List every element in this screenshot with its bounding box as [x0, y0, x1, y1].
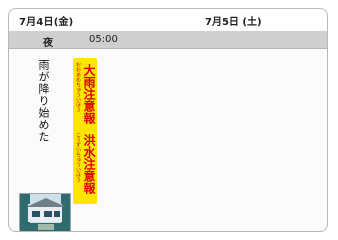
rain-start-text: 雨が降り始めた — [37, 59, 50, 143]
heavy-rain-warning: 大雨注意報 — [82, 64, 96, 124]
scene-thumbnail-icon-svg — [20, 194, 70, 231]
time-label: 05:00 — [89, 34, 118, 45]
date-header: 7月4日(金) 7月5日 (土) — [9, 9, 327, 32]
date-jul5: 7月5日 (土) — [205, 17, 262, 28]
period-label: 夜 — [43, 38, 53, 49]
flood-warning: 洪水注意報 — [82, 134, 96, 194]
schedule-panel: 7月4日(金) 7月5日 (土) 夜 05:00 雨が降り始めた おおあめちゅう… — [8, 8, 328, 232]
time-header: 夜 05:00 — [9, 32, 327, 49]
scene-thumbnail-icon — [19, 193, 71, 231]
warning-band: おおあめちゅういほう 大雨注意報 こうずいちゅういほう 洪水注意報 — [73, 58, 97, 204]
date-jul4: 7月4日(金) — [19, 17, 74, 28]
